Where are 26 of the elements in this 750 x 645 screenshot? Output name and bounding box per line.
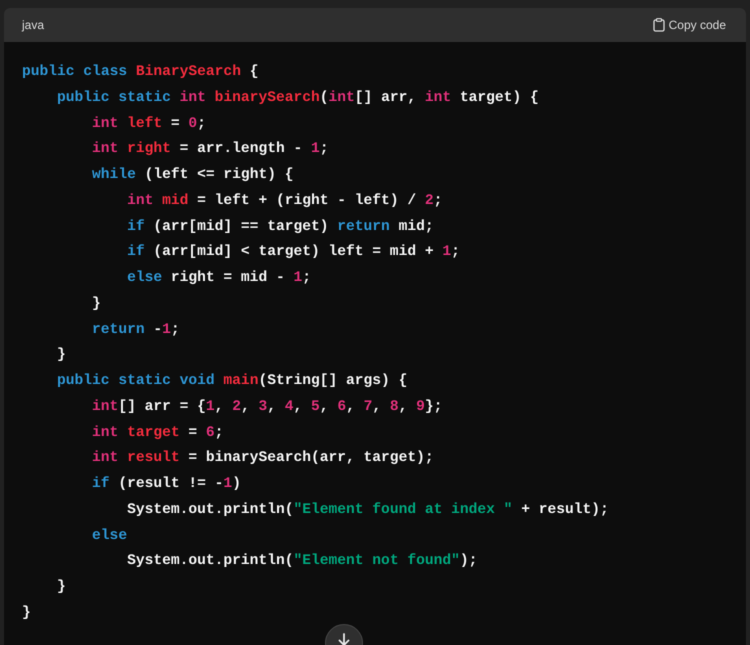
code-line: public static int binarySearch(int[] arr, int target) { [57, 88, 539, 108]
code-line: return -1; [92, 320, 180, 340]
code-line: System.out.println("Element found at index " + result); [127, 500, 609, 520]
copy-code-button[interactable]: Copy code [650, 14, 728, 36]
code-line: public class BinarySearch { [22, 63, 258, 82]
language-label: java [22, 17, 44, 34]
clipboard-icon [652, 18, 665, 32]
code-line: public static void main(String[] args) { [57, 372, 408, 391]
code-line: } [22, 604, 31, 623]
code-line: int left = 0; [92, 114, 206, 134]
code-line: int result = binarySearch(arr, target); [92, 449, 434, 468]
code-line: int[] arr = {1, 2, 3, 4, 5, 6, 7, 8, 9}; [92, 398, 442, 417]
code-line: while (left <= right) { [92, 166, 294, 185]
code-line: int mid = left + (right - left) / 2; [127, 192, 442, 211]
code-line: if (arr[mid] == target) return mid; [127, 218, 434, 236]
code-line: int right = arr.length - 1; [92, 140, 329, 160]
code-line: if (result != -1) [92, 475, 241, 494]
code-line: else right = mid - 1; [127, 269, 312, 288]
arrow-down-icon [338, 633, 350, 645]
code-line: else [92, 526, 128, 546]
code-line: } [92, 294, 101, 314]
code-line: if (arr[mid] < target) left = mid + 1; [127, 243, 460, 262]
code-line: } [57, 578, 66, 597]
code-line: int target = 6; [92, 424, 224, 442]
code-line: System.out.println("Element not found"); [127, 552, 478, 572]
code-line: } [57, 346, 66, 366]
